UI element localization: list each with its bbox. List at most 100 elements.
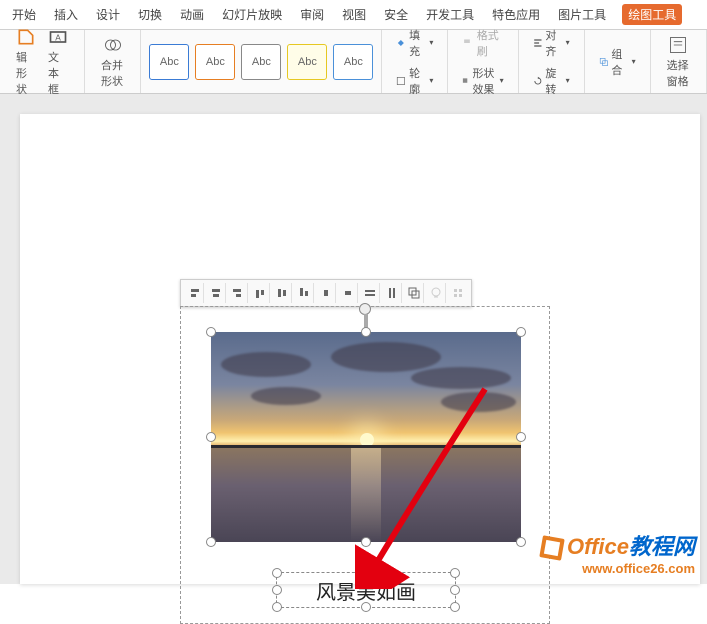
menu-tabs: 开始 插入 设计 切换 动画 幻灯片放映 审阅 视图 安全 开发工具 特色应用 … <box>0 0 707 30</box>
align-top-icon <box>253 286 267 300</box>
align-icon <box>533 36 543 50</box>
resize-handle[interactable] <box>361 327 371 337</box>
textbox-label: 文本框 <box>48 49 68 97</box>
resize-handle[interactable] <box>361 537 371 547</box>
more-icon <box>451 286 465 300</box>
resize-handle[interactable] <box>206 327 216 337</box>
align-center-h-button[interactable] <box>206 283 226 303</box>
align-bottom-button[interactable] <box>294 283 314 303</box>
selection-group[interactable]: 风景美如画 <box>180 306 550 624</box>
align-middle-v-button[interactable] <box>272 283 292 303</box>
resize-handle[interactable] <box>450 602 460 612</box>
resize-handle[interactable] <box>206 537 216 547</box>
edit-shape-button[interactable]: 辑形状 <box>10 25 42 99</box>
textbox-rotation-stem <box>364 555 368 569</box>
watermark-title: Office教程网 <box>541 529 695 561</box>
tab-security[interactable]: 安全 <box>382 4 410 25</box>
align-left-button[interactable] <box>184 283 204 303</box>
tab-design[interactable]: 设计 <box>94 4 122 25</box>
select-pane-label: 选择窗格 <box>667 57 690 89</box>
same-height-button[interactable] <box>382 283 402 303</box>
same-width-icon <box>363 286 377 300</box>
outline-icon <box>396 74 406 88</box>
floating-align-toolbar <box>180 279 472 307</box>
merge-shape-button[interactable]: 合并形状 <box>95 33 130 91</box>
fill-label: 填充 <box>409 27 424 59</box>
shape-style-4[interactable]: Abc <box>287 44 327 80</box>
textbox-icon: A <box>48 27 68 47</box>
resize-handle[interactable] <box>450 585 460 595</box>
watermark: Office教程网 www.office26.com <box>541 529 695 576</box>
rotate-icon <box>533 74 543 88</box>
resize-handle[interactable] <box>361 568 371 578</box>
slide-canvas-area: 风景美如画 Office教程网 www.office26.com <box>0 94 707 584</box>
caption-textbox[interactable]: 风景美如画 <box>276 572 456 608</box>
watermark-url: www.office26.com <box>541 561 695 576</box>
align-right-icon <box>231 286 245 300</box>
same-height-icon <box>385 286 399 300</box>
group-label: 组合 <box>611 46 626 78</box>
lightbulb-icon <box>429 286 443 300</box>
rotate-label: 旋转 <box>545 65 560 97</box>
shape-style-3[interactable]: Abc <box>241 44 281 80</box>
resize-handle[interactable] <box>272 585 282 595</box>
caption-text: 风景美如画 <box>316 576 416 605</box>
ribbon: 辑形状 A 文本框 合并形状 Abc Abc Abc Abc Abc 填充▾ 轮… <box>0 30 707 94</box>
resize-handle[interactable] <box>516 327 526 337</box>
tab-start[interactable]: 开始 <box>10 4 38 25</box>
tab-picture-tools[interactable]: 图片工具 <box>556 4 608 25</box>
tab-transition[interactable]: 切换 <box>136 4 164 25</box>
group-toolbar-button[interactable] <box>404 283 424 303</box>
align-button[interactable]: 对齐▾ <box>529 25 574 61</box>
resize-handle[interactable] <box>361 602 371 612</box>
svg-text:A: A <box>55 32 61 42</box>
tab-slideshow[interactable]: 幻灯片放映 <box>220 4 284 25</box>
tab-review[interactable]: 审阅 <box>298 4 326 25</box>
merge-shape-label: 合并形状 <box>101 57 124 89</box>
sunset-photo <box>211 332 521 542</box>
resize-handle[interactable] <box>206 432 216 442</box>
align-left-icon <box>187 286 201 300</box>
shape-effect-icon <box>462 74 469 88</box>
tab-insert[interactable]: 插入 <box>52 4 80 25</box>
textbox-button[interactable]: A 文本框 <box>42 25 74 99</box>
select-pane-icon <box>668 35 688 55</box>
watermark-logo-icon <box>539 535 564 560</box>
same-width-button[interactable] <box>360 283 380 303</box>
resize-handle[interactable] <box>516 537 526 547</box>
align-center-h-icon <box>209 286 223 300</box>
select-pane-button[interactable]: 选择窗格 <box>661 33 696 91</box>
align-bottom-icon <box>297 286 311 300</box>
format-painter-button[interactable]: 格式刷 <box>458 25 507 61</box>
resize-handle[interactable] <box>272 568 282 578</box>
distribute-h-icon <box>319 286 333 300</box>
align-right-button[interactable] <box>228 283 248 303</box>
tab-view[interactable]: 视图 <box>340 4 368 25</box>
group-button[interactable]: 组合▾ <box>595 44 640 80</box>
paintbrush-icon <box>462 36 473 50</box>
group-icon <box>599 55 609 69</box>
align-top-button[interactable] <box>250 283 270 303</box>
resize-handle[interactable] <box>516 432 526 442</box>
align-label: 对齐 <box>545 27 560 59</box>
distribute-v-button[interactable] <box>338 283 358 303</box>
outline-label: 轮廓 <box>409 65 424 97</box>
tab-devtools[interactable]: 开发工具 <box>424 4 476 25</box>
tab-special[interactable]: 特色应用 <box>490 4 542 25</box>
tab-drawing-tools[interactable]: 绘图工具 <box>622 4 682 25</box>
edit-shape-label: 辑形状 <box>16 49 36 97</box>
shape-style-2[interactable]: Abc <box>195 44 235 80</box>
distribute-h-button[interactable] <box>316 283 336 303</box>
shape-styles-gallery[interactable]: Abc Abc Abc Abc Abc <box>141 30 382 93</box>
resize-handle[interactable] <box>272 602 282 612</box>
image-placeholder[interactable] <box>211 332 521 542</box>
resize-handle[interactable] <box>450 568 460 578</box>
tab-animation[interactable]: 动画 <box>178 4 206 25</box>
format-painter-label: 格式刷 <box>477 27 504 59</box>
more-toolbar-button[interactable] <box>448 283 468 303</box>
shape-style-1[interactable]: Abc <box>149 44 189 80</box>
idea-button[interactable] <box>426 283 446 303</box>
merge-shape-icon <box>103 35 123 55</box>
shape-style-5[interactable]: Abc <box>333 44 373 80</box>
fill-button[interactable]: 填充▾ <box>392 25 437 61</box>
